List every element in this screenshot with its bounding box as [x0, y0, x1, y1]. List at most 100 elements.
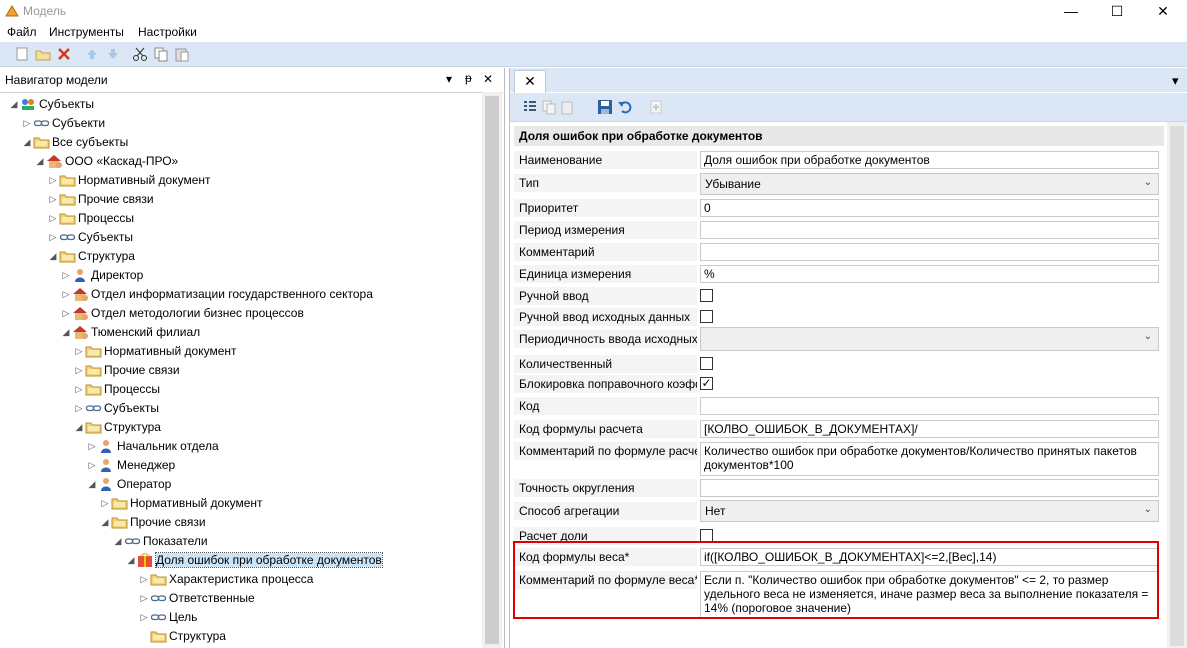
collapse-arrow-icon[interactable]: ▷ [73, 380, 85, 399]
document-tab[interactable]: ✕ [514, 70, 546, 93]
expand-arrow-icon[interactable]: ◢ [112, 532, 124, 551]
document-dropdown-icon[interactable]: ▾ [1172, 73, 1179, 89]
tree-node[interactable]: ◢ Все субъекты [21, 133, 129, 152]
add-link-icon[interactable] [648, 99, 664, 115]
navigator-pin-icon[interactable]: ᵽ [465, 71, 472, 85]
move-down-icon[interactable] [105, 46, 121, 62]
move-up-icon[interactable] [84, 46, 100, 62]
type-select[interactable]: Убывание ⌄ [700, 173, 1159, 195]
copy-icon[interactable] [153, 46, 169, 62]
tree-node[interactable]: ▷ Менеджер [86, 456, 176, 475]
tree-node[interactable]: ◢ Тюменский филиал [60, 323, 201, 342]
navigator-scrollbar-thumb[interactable] [485, 96, 499, 644]
formula-code-field[interactable]: [КОЛВО_ОШИБОК_В_ДОКУМЕНТАХ]/ [КОЛВО_ПРИН… [700, 420, 1159, 438]
tree-node[interactable]: ▷ Субъекти [21, 114, 106, 133]
menu-settings[interactable]: Настройки [138, 25, 197, 39]
manual-source-checkbox[interactable] [700, 310, 713, 323]
tree-node[interactable]: ▷ Прочие связи [73, 361, 180, 380]
priority-field[interactable]: 0 [700, 199, 1159, 217]
expand-arrow-icon[interactable]: ◢ [60, 323, 72, 342]
collapse-arrow-icon[interactable]: ▷ [60, 304, 72, 323]
maximize-button[interactable]: ☐ [1094, 0, 1140, 22]
navigator-close-icon[interactable]: ✕ [483, 72, 493, 86]
tree-node[interactable]: ▷ Начальник отдела [86, 437, 219, 456]
collapse-arrow-icon[interactable]: ▷ [86, 456, 98, 475]
unit-field[interactable]: % [700, 265, 1159, 283]
tree-node[interactable]: ◢ Оператор [86, 475, 172, 494]
cut-icon[interactable] [132, 46, 148, 62]
collapse-arrow-icon[interactable]: ▷ [138, 589, 150, 608]
collapse-arrow-icon[interactable]: ▷ [47, 190, 59, 209]
minimize-button[interactable]: — [1048, 0, 1094, 22]
precision-field[interactable] [700, 479, 1159, 497]
collapse-arrow-icon[interactable]: ▷ [73, 361, 85, 380]
tree-node[interactable]: ◢ Показатели [112, 532, 208, 551]
list-view-icon[interactable] [522, 99, 538, 115]
name-field[interactable]: Доля ошибок при обработке документов [700, 151, 1159, 169]
collapse-arrow-icon[interactable]: ▷ [138, 570, 150, 589]
tree-node[interactable]: ▷ Ответственные [138, 589, 255, 608]
manual-input-checkbox[interactable] [700, 289, 713, 302]
input-period-select[interactable]: ⌄ [700, 327, 1159, 351]
expand-arrow-icon[interactable]: ◢ [21, 133, 33, 152]
tree-node[interactable]: ▷ Отдел методологии бизнес процессов [60, 304, 304, 323]
expand-arrow-icon[interactable]: ◢ [86, 475, 98, 494]
collapse-arrow-icon[interactable]: ▷ [60, 266, 72, 285]
expand-arrow-icon[interactable]: ◢ [47, 247, 59, 266]
comment-field[interactable] [700, 243, 1159, 261]
collapse-arrow-icon[interactable]: ▷ [47, 209, 59, 228]
tree-node[interactable]: ▷ Нормативный документ [99, 494, 263, 513]
tree-node[interactable]: ▷ Прочие связи [47, 190, 154, 209]
tree-node[interactable]: ▷ Нормативный документ [73, 342, 237, 361]
new-icon[interactable] [14, 46, 30, 62]
period-field[interactable] [700, 221, 1159, 239]
tree-node[interactable]: ◢ Структура [47, 247, 135, 266]
collapse-arrow-icon[interactable]: ▷ [73, 399, 85, 418]
lock-coefficient-checkbox[interactable]: ✓ [700, 377, 713, 390]
collapse-arrow-icon[interactable]: ▷ [47, 228, 59, 247]
undo-icon[interactable] [617, 99, 633, 115]
open-icon[interactable] [35, 46, 51, 62]
menu-tools[interactable]: Инструменты [49, 25, 124, 39]
tree-node[interactable]: ◢ Доля ошибок при обработке документов [125, 551, 383, 570]
expand-arrow-icon[interactable]: ◢ [34, 152, 46, 171]
code-field[interactable] [700, 397, 1159, 415]
tree-node[interactable]: ◢ ООО «Каскад-ПРО» [34, 152, 179, 171]
tree-node[interactable]: ▷ Цель [138, 608, 198, 627]
menu-file[interactable]: Файл [7, 25, 37, 39]
tree-node[interactable]: ◢ Субъекты [8, 95, 94, 114]
collapse-arrow-icon[interactable]: ▷ [73, 342, 85, 361]
aggregation-select[interactable]: Нет ⌄ [700, 500, 1159, 522]
collapse-arrow-icon[interactable]: ▷ [47, 171, 59, 190]
tree-node[interactable]: ▷ Процессы [73, 380, 160, 399]
expand-arrow-icon[interactable]: ◢ [99, 513, 111, 532]
tree-node[interactable]: ▷ Нормативный документ [47, 171, 211, 190]
expand-arrow-icon[interactable]: ◢ [125, 551, 137, 570]
formula-comment-field[interactable]: Количество ошибок при обработке документ… [700, 442, 1159, 476]
collapse-arrow-icon[interactable]: ▷ [86, 437, 98, 456]
collapse-arrow-icon[interactable]: ▷ [99, 494, 111, 513]
tree-node[interactable]: ▷ Субъекты [73, 399, 159, 418]
quantitative-checkbox[interactable] [700, 357, 713, 370]
tree-node[interactable]: ▷ Процессы [47, 209, 134, 228]
paste-icon[interactable] [174, 46, 190, 62]
tree-node[interactable]: Структура [138, 627, 226, 646]
tree-node[interactable]: ▷ Характеристика процесса [138, 570, 314, 589]
paste-record-icon[interactable] [560, 99, 576, 115]
tree-node[interactable]: ▷ Отдел информатизации государственного с… [60, 285, 373, 304]
tree-node[interactable]: ◢ Прочие связи [99, 513, 206, 532]
tab-close-icon[interactable]: ✕ [524, 73, 536, 89]
save-icon[interactable] [597, 99, 613, 115]
tree-node[interactable]: ▷ Директор [60, 266, 144, 285]
copy-record-icon[interactable] [541, 99, 557, 115]
close-button[interactable]: ✕ [1140, 0, 1186, 22]
expand-arrow-icon[interactable]: ◢ [73, 418, 85, 437]
tree-node[interactable]: ◢ Структура [73, 418, 161, 437]
navigator-dropdown-icon[interactable]: ▾ [446, 72, 452, 86]
collapse-arrow-icon[interactable]: ▷ [60, 285, 72, 304]
delete-icon[interactable] [56, 46, 72, 62]
expand-arrow-icon[interactable]: ◢ [8, 95, 20, 114]
collapse-arrow-icon[interactable]: ▷ [21, 114, 33, 133]
form-scrollbar-thumb[interactable] [1170, 126, 1184, 646]
collapse-arrow-icon[interactable]: ▷ [138, 608, 150, 627]
